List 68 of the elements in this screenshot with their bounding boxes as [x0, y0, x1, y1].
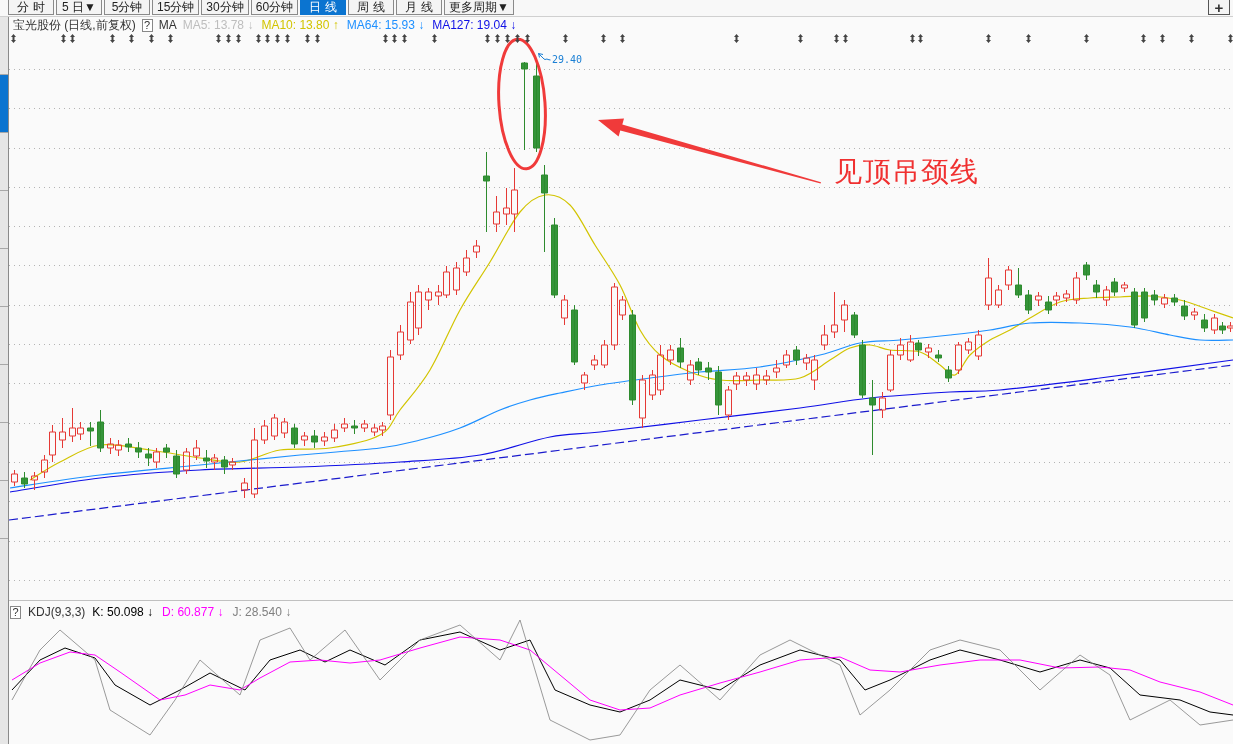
updown-arrow-icon [484, 34, 490, 43]
updown-arrow-icon [1140, 34, 1146, 43]
period-tab[interactable]: 分 时 [8, 0, 54, 15]
updown-arrow-icon [69, 34, 75, 43]
add-button[interactable]: + [1208, 0, 1230, 15]
updown-arrow-icon [842, 34, 848, 43]
updown-arrow-icon [60, 34, 66, 43]
updown-arrow-icon [431, 34, 437, 43]
updown-arrow-icon [167, 34, 173, 43]
updown-arrow-icon [235, 34, 241, 43]
help-button[interactable]: ? [10, 605, 21, 619]
period-tab[interactable]: 周 线 [348, 0, 395, 15]
updown-arrow-icon [733, 34, 739, 43]
updown-arrow-icon [562, 34, 568, 43]
updown-arrow-icon [909, 34, 915, 43]
updown-arrow-icon [401, 34, 407, 43]
updown-arrow-icon [985, 34, 991, 43]
period-tab[interactable]: 更多周期▼ [444, 0, 514, 15]
updown-arrow-icon [514, 34, 520, 43]
updown-arrow-icon [264, 34, 270, 43]
updown-arrow-icon [494, 34, 500, 43]
updown-arrow-icon [215, 34, 221, 43]
updown-arrow-icon [619, 34, 625, 43]
chart-title: 宝光股份 (日线,前复权) [13, 16, 136, 34]
pointer-arrow-icon [538, 53, 551, 62]
annotation-text: 见顶吊颈线 [834, 156, 979, 188]
updown-arrow-icon [917, 34, 923, 43]
updown-arrow-icon [382, 34, 388, 43]
updown-arrow-icon [10, 34, 16, 43]
updown-arrow-icon [1025, 34, 1031, 43]
period-tab[interactable]: 60分钟 [250, 0, 299, 15]
updown-arrow-icon [128, 34, 134, 43]
period-tab[interactable]: 月 线 [396, 0, 443, 15]
updown-arrow-icon [1083, 34, 1089, 43]
updown-arrow-icon [255, 34, 261, 43]
period-tab[interactable]: 15分钟 [152, 0, 200, 15]
updown-arrow-icon [797, 34, 803, 43]
help-button[interactable]: ? [141, 18, 153, 32]
updown-arrow-icon [524, 34, 530, 43]
period-tab[interactable]: 5分钟 [104, 0, 150, 15]
updown-arrow-icon [833, 34, 839, 43]
updown-arrow-icon [504, 34, 510, 43]
updown-arrow-icon [1159, 34, 1165, 43]
kdj-value: J: 28.540 ↓ [232, 605, 292, 619]
sidebar-tab[interactable] [0, 75, 8, 133]
indicator-title: KDJ(9,3,3) [28, 605, 86, 619]
updown-arrow-icon [284, 34, 290, 43]
price-label: 29.40 [552, 54, 583, 65]
period-tab[interactable]: 日 线 [300, 0, 347, 15]
ma-value: MA127: 19.04 ↓ [432, 18, 517, 32]
period-tab[interactable]: 30分钟 [201, 0, 249, 15]
updown-arrow-icon [225, 34, 231, 43]
period-tab[interactable]: 5 日▼ [56, 0, 102, 15]
updown-arrow-icon [1227, 34, 1233, 43]
kdj-value: K: 50.098 ↓ [92, 605, 154, 619]
updown-arrow-icon [1188, 34, 1194, 43]
ma-value: MA5: 13.78 ↓ [182, 18, 254, 32]
updown-arrow-icon [314, 34, 320, 43]
updown-arrow-icon [109, 34, 115, 43]
ma-value: MA64: 15.93 ↓ [346, 18, 425, 32]
ma-value: MA10: 13.80 ↑ [261, 18, 339, 32]
updown-arrow-icon [391, 34, 397, 43]
updown-arrow-icon [148, 34, 154, 43]
updown-arrow-icon [304, 34, 310, 43]
indicator-label: MA [158, 18, 177, 32]
updown-arrow-icon [600, 34, 606, 43]
kdj-value: D: 60.877 ↓ [162, 605, 224, 619]
updown-arrow-icon [274, 34, 280, 43]
